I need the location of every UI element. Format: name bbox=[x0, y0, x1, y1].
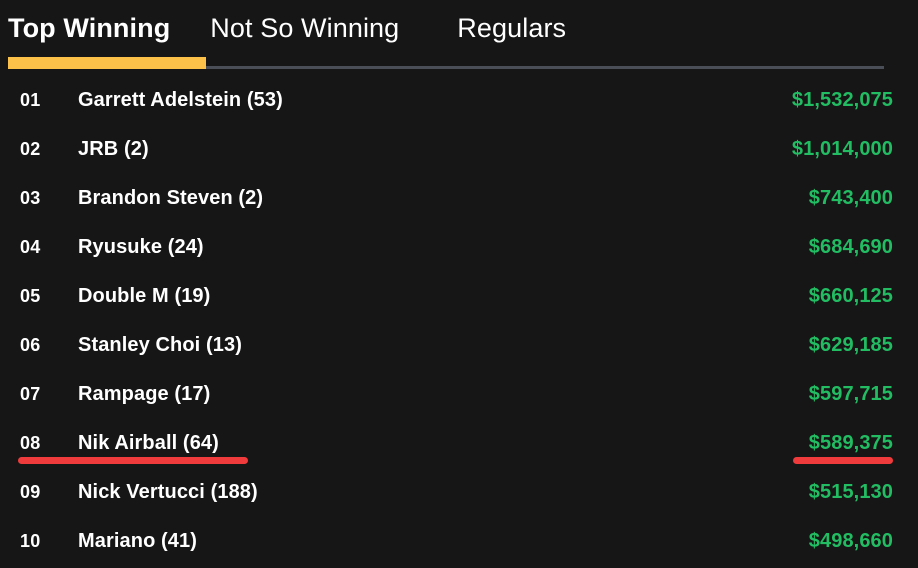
table-row[interactable]: 01 Garrett Adelstein (53) $1,532,075 bbox=[0, 76, 918, 125]
row-rank: 01 bbox=[20, 90, 41, 110]
row-rank: 02 bbox=[20, 139, 41, 159]
row-amount: $660,125 bbox=[808, 285, 893, 307]
table-row[interactable]: 04 Ryusuke (24) $684,690 bbox=[0, 223, 918, 272]
tab-active-indicator bbox=[8, 57, 206, 69]
row-name: JRB (2) bbox=[78, 138, 149, 160]
row-rank: 07 bbox=[20, 384, 41, 404]
annotation-underline-amount bbox=[793, 457, 893, 464]
row-name: Ryusuke (24) bbox=[78, 236, 204, 258]
leaderboard-list: 01 Garrett Adelstein (53) $1,532,075 02 … bbox=[0, 76, 918, 566]
table-row[interactable]: 06 Stanley Choi (13) $629,185 bbox=[0, 321, 918, 370]
annotation-underline-name bbox=[18, 457, 248, 464]
row-amount: $589,375 bbox=[808, 432, 893, 454]
row-name: Rampage (17) bbox=[78, 383, 211, 405]
table-row[interactable]: 10 Mariano (41) $498,660 bbox=[0, 517, 918, 566]
table-row[interactable]: 05 Double M (19) $660,125 bbox=[0, 272, 918, 321]
row-name: Nik Airball (64) bbox=[78, 432, 219, 454]
row-rank: 08 bbox=[20, 433, 41, 453]
tab-top-winning[interactable]: Top Winning bbox=[8, 8, 170, 48]
row-rank: 03 bbox=[20, 188, 41, 208]
row-rank: 09 bbox=[20, 482, 41, 502]
leaderboard-screen: Top Winning Not So Winning Regulars 01 G… bbox=[0, 0, 918, 568]
row-rank: 10 bbox=[20, 531, 41, 551]
row-amount: $515,130 bbox=[808, 481, 893, 503]
table-row[interactable]: 02 JRB (2) $1,014,000 bbox=[0, 125, 918, 174]
tab-bar: Top Winning Not So Winning Regulars bbox=[0, 0, 918, 70]
row-name: Garrett Adelstein (53) bbox=[78, 89, 283, 111]
row-amount: $743,400 bbox=[808, 187, 893, 209]
table-row[interactable]: 07 Rampage (17) $597,715 bbox=[0, 370, 918, 419]
tab-regulars[interactable]: Regulars bbox=[457, 8, 566, 48]
row-amount: $1,532,075 bbox=[791, 89, 893, 111]
row-amount: $1,014,000 bbox=[791, 138, 893, 160]
row-amount: $684,690 bbox=[808, 236, 893, 258]
row-amount: $597,715 bbox=[808, 383, 893, 405]
table-row[interactable]: 09 Nick Vertucci (188) $515,130 bbox=[0, 468, 918, 517]
row-amount: $629,185 bbox=[808, 334, 893, 356]
row-name: Nick Vertucci (188) bbox=[78, 481, 258, 503]
row-rank: 05 bbox=[20, 286, 41, 306]
row-rank: 04 bbox=[20, 237, 41, 257]
row-name: Mariano (41) bbox=[78, 530, 198, 552]
tab-not-so-winning[interactable]: Not So Winning bbox=[210, 8, 399, 48]
tab-list: Top Winning Not So Winning Regulars bbox=[8, 8, 566, 48]
row-name: Stanley Choi (13) bbox=[78, 334, 242, 356]
row-name: Brandon Steven (2) bbox=[78, 187, 264, 209]
row-amount: $498,660 bbox=[808, 530, 893, 552]
row-rank: 06 bbox=[20, 335, 41, 355]
table-row[interactable]: 03 Brandon Steven (2) $743,400 bbox=[0, 174, 918, 223]
row-name: Double M (19) bbox=[78, 285, 211, 307]
